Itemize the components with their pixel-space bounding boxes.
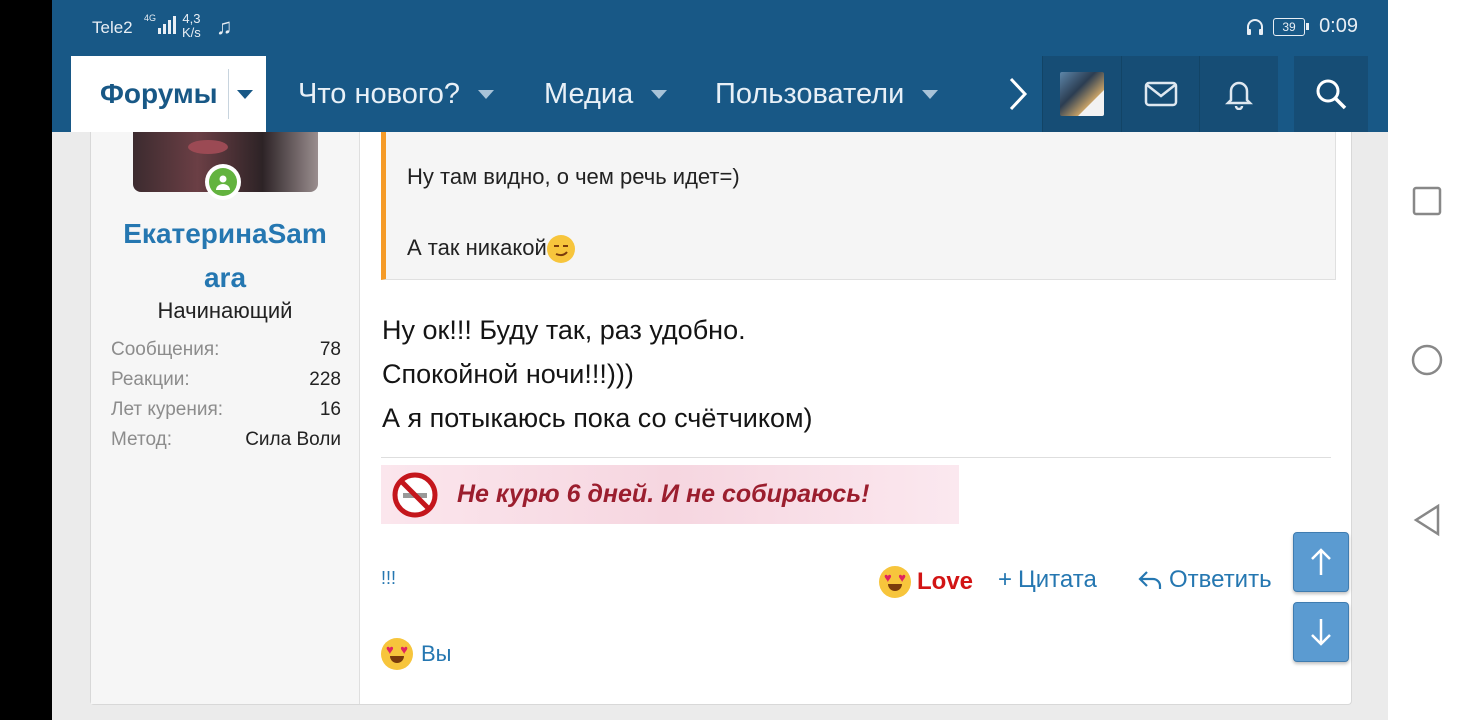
scroll-down-button[interactable] [1293,602,1349,662]
reply-button[interactable]: Ответить [1137,566,1272,594]
status-bar: Tele2 4G 4,3 K/s ♫ 39 0:09 [52,0,1388,56]
triangle-back-icon [1413,503,1439,537]
back-button[interactable] [1388,502,1465,538]
username-link[interactable]: ЕкатеринаSam ara [91,212,359,300]
love-label: Love [917,568,974,595]
browser-screen: Tele2 4G 4,3 K/s ♫ 39 0:09 Форумы Что но… [52,0,1388,720]
signature-divider [381,457,1331,458]
heart-eyes-emoji-icon [879,566,911,598]
home-button[interactable] [1388,343,1465,377]
stat-value: Сила Воли [245,429,341,450]
quote-line-with-emoji: А так никакой [407,235,575,264]
reactions-by: Вы [421,641,452,666]
scroll-up-button[interactable] [1293,532,1349,592]
online-status-icon [205,164,241,200]
stat-row: Реакции: 228 [111,365,341,395]
inbox-button[interactable] [1120,56,1200,132]
music-icon: ♫ [216,14,233,39]
quote-line: А так никакой [407,235,547,260]
stat-label: Реакции: [111,369,190,390]
reactions-summary[interactable]: Вы [381,638,452,670]
tab-whats-new-label: Что нового? [298,77,461,110]
post-line: Ну ок!!! Буду так, раз удобно. [382,315,746,345]
heart-eyes-emoji-icon [381,638,413,670]
username-line-1: ЕкатеринаSam [123,218,327,249]
net-speed-value: 4,3 [182,11,201,26]
tab-media[interactable]: Медиа [544,56,668,132]
top-navigation: Форумы Что нового? Медиа Пользователи [52,56,1388,132]
post-author-pane: ЕкатеринаSam ara Начинающий Сообщения: 78… [91,132,360,704]
quote-line: Ну там видно, о чем речь идет=) [407,164,740,189]
chevron-down-icon[interactable] [922,89,939,99]
avatar [1059,72,1104,116]
square-icon [1412,186,1441,216]
net-speed-unit: K/s [182,25,201,40]
carrier-label: Tele2 [92,18,133,37]
avatar-detail [188,140,228,154]
chevron-down-icon[interactable] [651,89,668,99]
user-stats: Сообщения: 78 Реакции: 228 Лет курения: 16 … [111,335,341,455]
post-line: А я потыкаюсь пока со счётчиком) [382,403,813,433]
quote-button[interactable]: + Цитата [998,566,1097,594]
stat-value: 78 [319,339,341,360]
tab-media-label: Медиа [544,77,634,110]
username-line-2: ara [203,262,247,293]
net-speed: 4,3 K/s [182,12,201,40]
post-body: Ну ок!!! Буду так, раз удобно. Спокойной… [382,308,813,440]
stat-label: Сообщения: [111,339,220,360]
tab-forums-label: Форумы [100,78,218,109]
mail-icon [1144,81,1177,107]
reply-icon [1138,571,1162,589]
arrow-down-icon [1311,619,1331,646]
tab-separator [227,69,229,119]
system-navigation-bar [1388,0,1465,720]
chevron-down-icon[interactable] [236,89,253,99]
tab-members[interactable]: Пользователи [715,56,939,132]
user-icon [216,175,230,190]
tab-forums[interactable]: Форумы [71,56,266,132]
clock: 0:09 [1319,15,1358,37]
chevron-down-icon[interactable] [478,89,495,99]
arrow-up-icon [1311,548,1331,575]
circle-icon [1411,344,1442,376]
tab-members-label: Пользователи [715,77,905,110]
no-smoking-icon [392,472,438,517]
account-button[interactable] [1042,56,1121,132]
plus-icon: + [998,566,1013,593]
forum-post: ЕкатеринаSam ara Начинающий Сообщения: 78… [90,132,1352,705]
stat-label: Лет курения: [111,399,224,420]
reaction-indicator[interactable]: !!! [381,568,396,589]
stat-label: Метод: [111,429,172,450]
quote-label: Цитата [1018,566,1097,593]
stat-value: 16 [319,399,341,420]
user-nav-group [1042,56,1278,132]
stat-value: 228 [309,369,341,390]
reply-label: Ответить [1169,566,1272,593]
network-type: 4G [144,13,157,23]
tab-whats-new[interactable]: Что нового? [298,56,495,132]
chevron-right-icon[interactable] [1007,56,1029,132]
stat-row: Лет курения: 16 [111,395,341,425]
user-title: Начинающий [157,298,293,323]
love-reaction-button[interactable]: Love [879,566,973,598]
search-icon [1316,79,1347,110]
online-dot [209,168,237,196]
signature-banner: Не курю 6 дней. И не собираюсь! [381,465,959,524]
recents-button[interactable] [1388,184,1465,218]
signature-text: Не курю 6 дней. И не собираюсь! [457,480,870,508]
status-right: 39 0:09 [1245,15,1358,38]
smirk-emoji-icon [546,235,575,264]
search-button[interactable] [1294,56,1368,132]
quote-block: Ну там видно, о чем речь идет=) А так ни… [381,132,1336,280]
bell-icon [1225,81,1254,110]
stat-row: Метод: Сила Воли [111,425,341,455]
alerts-button[interactable] [1199,56,1278,132]
signal-icon [158,16,176,34]
stat-row: Сообщения: 78 [111,335,341,365]
battery-indicator: 39 [1273,17,1310,36]
post-line: Спокойной ночи!!!))) [382,359,634,389]
post-actions: !!! Love + Цитата Ответить [381,564,1341,600]
headphones-icon [1247,18,1264,35]
